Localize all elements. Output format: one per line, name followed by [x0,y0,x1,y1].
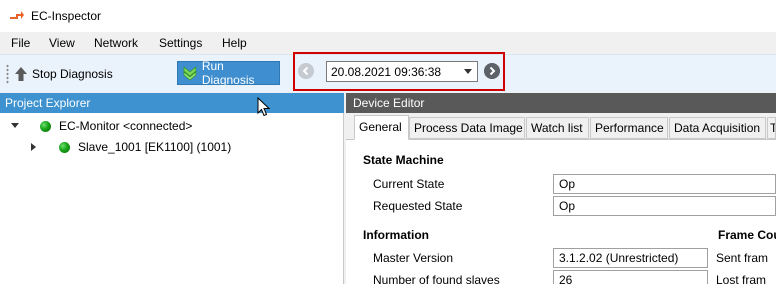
chevron-right-circle-icon[interactable] [484,63,500,79]
requested-state-label: Requested State [373,199,463,213]
tab-truncated[interactable]: T [767,117,776,139]
menu-settings[interactable]: Settings [159,36,202,50]
current-state-label: Current State [373,177,445,191]
window-title: EC-Inspector [31,9,102,23]
requested-state-field[interactable]: Op [553,196,776,216]
datetime-value: 20.08.2021 09:36:38 [331,65,442,79]
found-slaves-field: 26 [553,270,708,284]
tree-node-label: EC-Monitor <connected> [59,119,193,133]
chevron-left-circle-icon[interactable] [298,63,314,79]
project-explorer-header: Project Explorer [0,93,344,113]
device-editor-tabs: General Process Data Image Watch list Pe… [346,113,776,140]
menu-help[interactable]: Help [222,36,247,50]
menu-file[interactable]: File [11,36,30,50]
master-version-label: Master Version [373,251,454,265]
frame-counters-title: Frame Cou [718,228,776,242]
stop-diagnosis-label: Stop Diagnosis [32,67,113,81]
lost-frames-label: Lost fram [716,273,767,284]
state-machine-title: State Machine [363,153,444,167]
master-version-field: 3.1.2.02 (Unrestricted) [553,248,708,268]
title-bar: EC-Inspector [0,0,776,32]
stop-diagnosis-button[interactable]: Stop Diagnosis [14,63,113,85]
tab-data-acquisition[interactable]: Data Acquisition [669,117,766,139]
collapsed-triangle-icon[interactable] [29,142,39,152]
green-down-arrow-icon [183,66,197,81]
mouse-cursor-icon [257,97,271,117]
expanded-triangle-icon[interactable] [10,121,20,131]
device-editor-panel: Device Editor General Process Data Image… [346,93,776,284]
menu-view[interactable]: View [49,36,75,50]
status-led-icon [40,120,51,132]
tab-process-data-image[interactable]: Process Data Image [409,117,525,139]
current-state-field: Op [553,174,776,194]
dropdown-arrow-icon [464,69,472,74]
tab-watch-list[interactable]: Watch list [526,117,589,139]
device-editor-header: Device Editor [346,93,776,113]
tree-node-ec-monitor[interactable]: EC-Monitor <connected> [10,117,192,135]
tree-node-slave-1001[interactable]: Slave_1001 [EK1100] (1001) [29,138,231,156]
menu-network[interactable]: Network [94,36,138,50]
device-editor-title: Device Editor [353,96,425,110]
status-led-icon [59,141,70,153]
project-explorer-panel: Project Explorer EC-Monitor <connected> … [0,93,344,284]
toolbar-grip[interactable] [6,64,9,84]
sent-frames-label: Sent fram [716,251,769,265]
diagnosis-datetime-select[interactable]: 20.08.2021 09:36:38 [326,61,478,82]
run-diagnosis-button[interactable]: Run Diagnosis [177,59,280,87]
found-slaves-label: Number of found slaves [373,273,500,284]
ec-inspector-logo-icon [10,11,24,19]
general-tab-content: State Machine Current State Op Requested… [346,140,776,284]
run-diagnosis-label: Run Diagnosis [201,59,255,87]
tab-performance[interactable]: Performance [590,117,668,139]
tab-general[interactable]: General [354,115,409,140]
menu-bar: File View Network Settings Help [0,32,776,54]
information-title: Information [363,228,429,242]
up-arrow-icon [15,67,27,81]
project-explorer-title: Project Explorer [5,96,91,110]
tree-node-label: Slave_1001 [EK1100] (1001) [78,140,232,154]
